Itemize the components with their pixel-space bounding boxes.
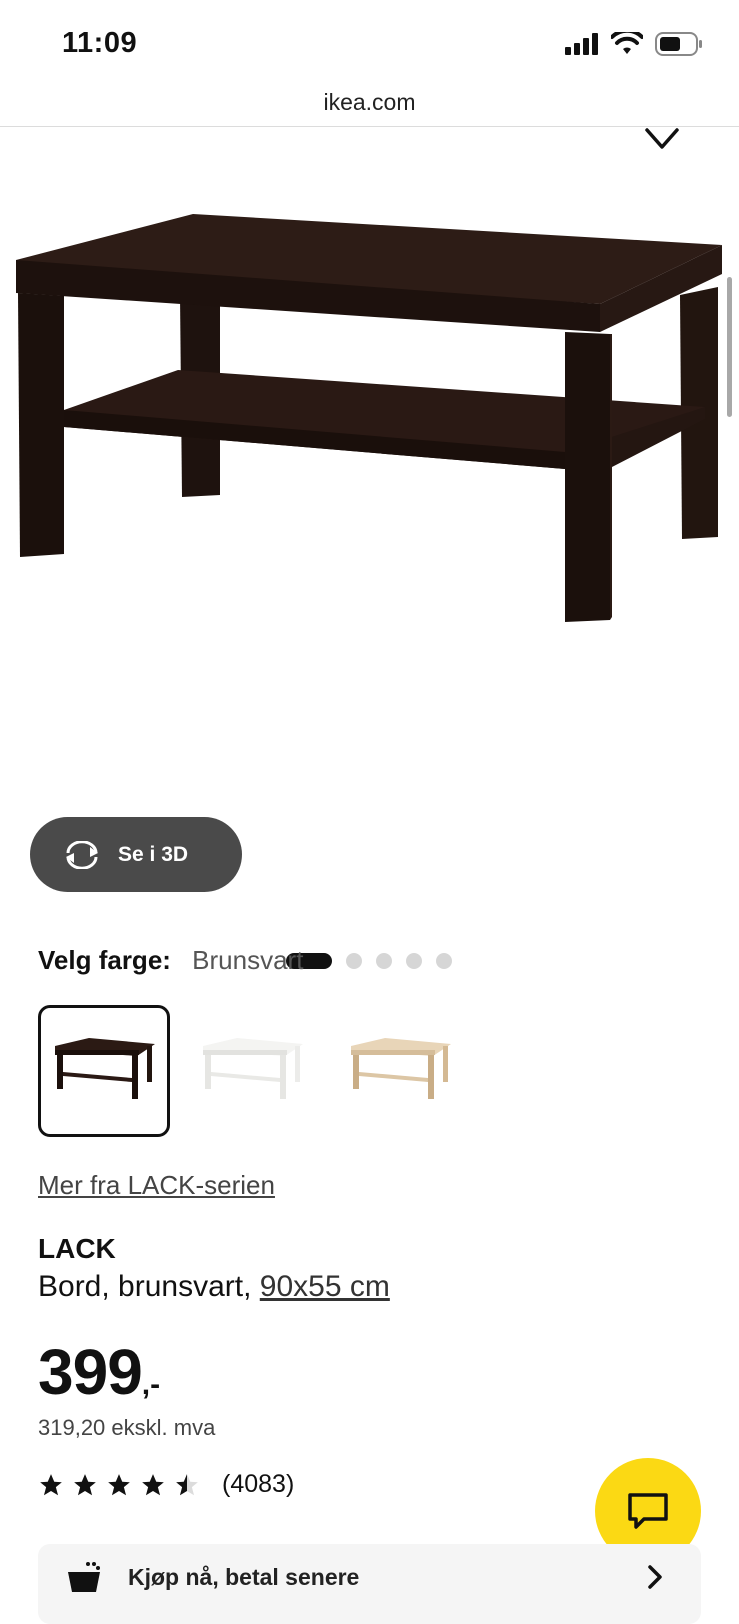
- product-gallery[interactable]: Se i 3D: [0, 127, 739, 969]
- chat-icon: [628, 1493, 668, 1529]
- rotate-3d-icon: [66, 840, 98, 869]
- financing-label: Kjøp nå, betal senere: [128, 1564, 360, 1590]
- gallery-pagination[interactable]: [286, 953, 452, 969]
- status-icons: [565, 32, 703, 56]
- swatch-brunsvart[interactable]: [38, 1005, 170, 1137]
- star-icon-2: [74, 1473, 96, 1495]
- signal-icon: [565, 33, 598, 55]
- product-price: 399,-: [38, 1335, 160, 1409]
- color-selector-label: Velg farge: Brunsvart: [38, 945, 303, 976]
- product-image[interactable]: [0, 127, 739, 787]
- scrollbar[interactable]: [727, 277, 732, 417]
- status-time: 11:09: [62, 27, 138, 59]
- dimension-link[interactable]: 90x55 cm: [260, 1270, 390, 1303]
- star-icon-4: [142, 1473, 164, 1495]
- swatch-eik[interactable]: [334, 1005, 466, 1137]
- view-3d-button[interactable]: Se i 3D: [30, 817, 242, 892]
- swatch-hvit[interactable]: [186, 1005, 318, 1137]
- color-swatches: [38, 1005, 466, 1137]
- star-icon-3: [108, 1473, 130, 1495]
- swatch-image-hvit: [203, 1038, 303, 1099]
- gallery-dot-4[interactable]: [406, 953, 422, 969]
- product-description-text: Bord, brunsvart,: [38, 1270, 260, 1303]
- color-label: Velg farge:: [38, 945, 171, 975]
- wifi-icon: [611, 32, 643, 54]
- swatch-image-eik: [351, 1038, 451, 1099]
- rating[interactable]: (4083): [38, 1470, 294, 1499]
- color-value: Brunsvart: [192, 945, 304, 975]
- gallery-dot-5[interactable]: [436, 953, 452, 969]
- swatch-image-brunsvart: [55, 1038, 155, 1099]
- basket-icon: [68, 1562, 100, 1592]
- price-suffix: ,-: [141, 1368, 161, 1401]
- browser-url-bar[interactable]: ikea.com: [0, 82, 739, 127]
- price-value: 399: [38, 1336, 143, 1408]
- view-3d-label: Se i 3D: [118, 842, 189, 866]
- rating-count: (4083): [222, 1470, 295, 1498]
- star-half-icon: [176, 1473, 198, 1495]
- price-ex-vat: 319,20 ekskl. mva: [38, 1415, 216, 1440]
- product-name: LACK: [38, 1233, 116, 1264]
- status-bar: 11:09: [0, 0, 739, 88]
- gallery-dot-2[interactable]: [346, 953, 362, 969]
- url-text: ikea.com: [323, 89, 416, 115]
- gallery-dot-3[interactable]: [376, 953, 392, 969]
- star-icon-1: [40, 1473, 62, 1495]
- product-description: Bord, brunsvart, 90x55 cm: [38, 1270, 390, 1304]
- financing-banner[interactable]: Kjøp nå, betal senere: [38, 1544, 701, 1624]
- battery-icon: [655, 32, 702, 56]
- series-link[interactable]: Mer fra LACK-serien: [38, 1170, 275, 1201]
- chevron-right-icon: [648, 1565, 662, 1589]
